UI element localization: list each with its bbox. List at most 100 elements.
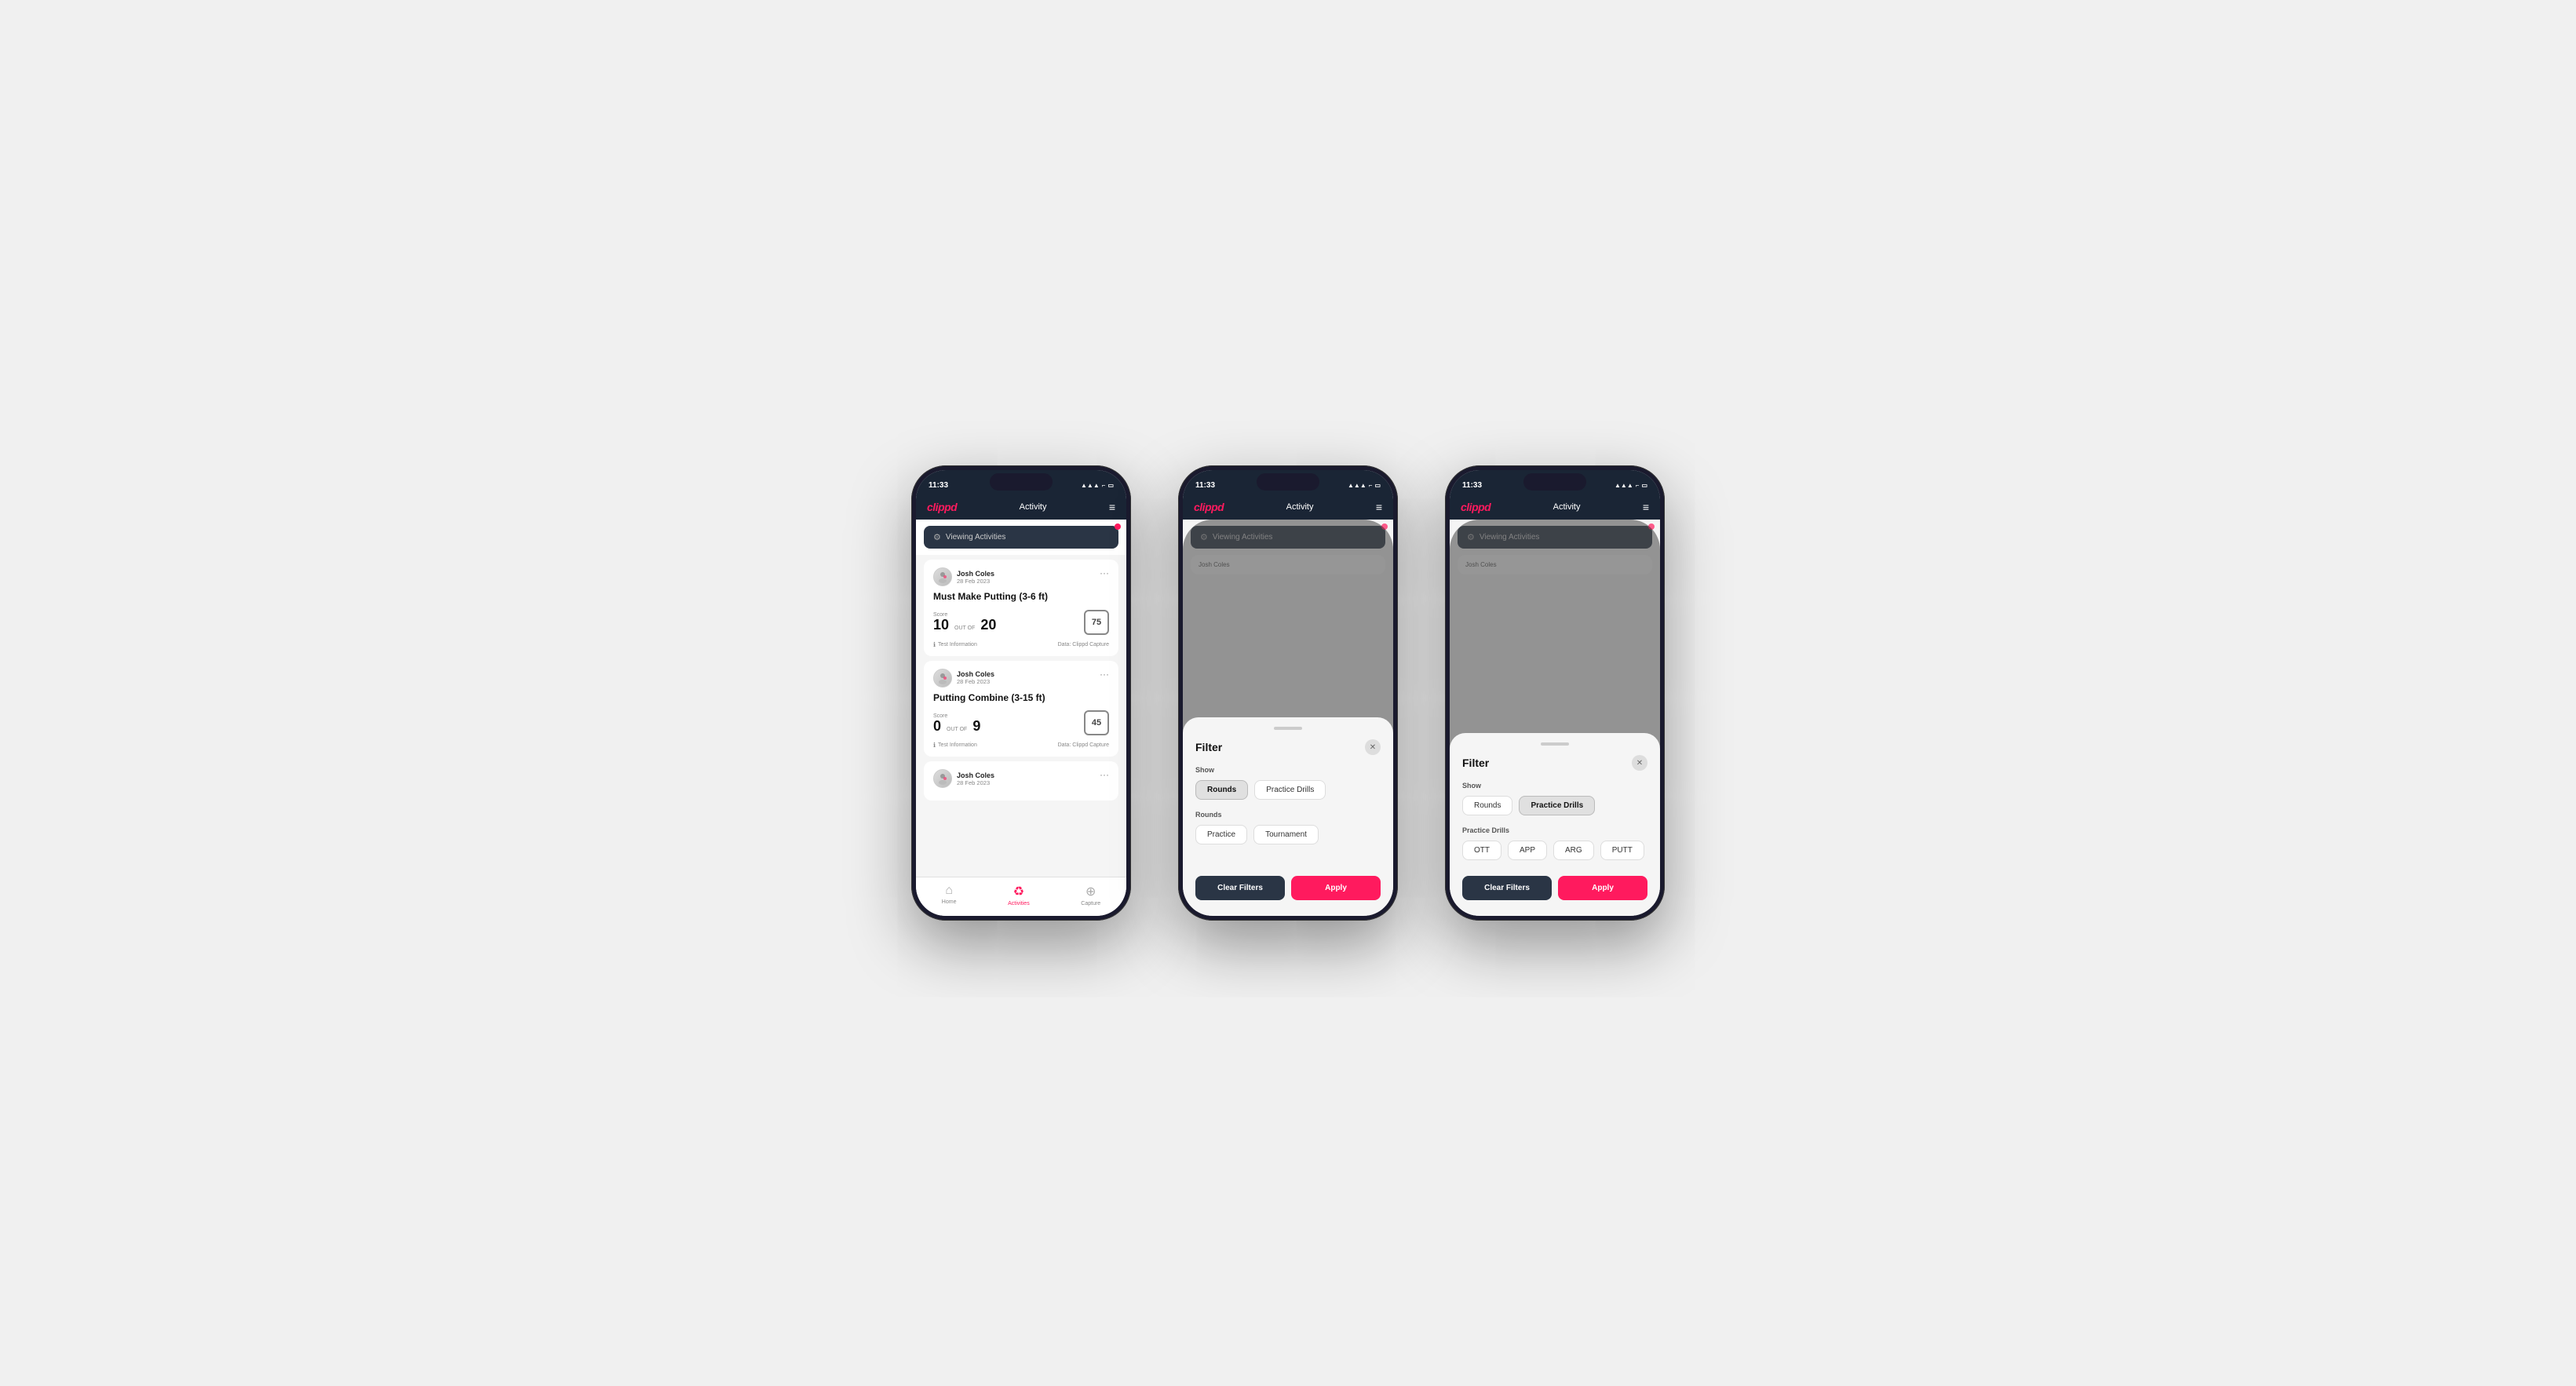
- logo-3: clippd: [1461, 501, 1491, 513]
- signal-icon-3: ▲▲▲: [1615, 482, 1633, 489]
- logo-2: clippd: [1194, 501, 1224, 513]
- activity-title-2: Putting Combine (3-15 ft): [933, 692, 1109, 705]
- user-info-3: Josh Coles 28 Feb 2023: [933, 769, 994, 788]
- activity-card-3: Josh Coles 28 Feb 2023 ···: [924, 761, 1118, 801]
- filter-close-3[interactable]: ✕: [1632, 755, 1647, 771]
- nav-capture-label-1: Capture: [1081, 901, 1100, 906]
- filter-practice-btn-2[interactable]: Practice: [1195, 825, 1247, 844]
- stats-row-2: Score 0 OUT OF 9 45: [933, 710, 1109, 735]
- header-title-3: Activity: [1553, 502, 1581, 512]
- data-source-1: Data: Clippd Capture: [1058, 642, 1109, 647]
- apply-btn-3[interactable]: Apply: [1558, 876, 1647, 900]
- clear-filters-btn-3[interactable]: Clear Filters: [1462, 876, 1552, 900]
- avatar-2: [933, 669, 952, 688]
- filter-app-btn-3[interactable]: APP: [1508, 841, 1547, 860]
- filter-tournament-btn-2[interactable]: Tournament: [1253, 825, 1319, 844]
- filter-title-2: Filter: [1195, 741, 1222, 753]
- viewing-banner-text-1: Viewing Activities: [946, 533, 1006, 542]
- wifi-icon-3: ⌐: [1636, 482, 1640, 489]
- phone-2: 11:33 ▲▲▲ ⌐ ▭ clippd Activity ≡ ⚙ Viewin…: [1178, 465, 1398, 921]
- filter-overlay-2: Filter ✕ Show Rounds Practice Drills: [1183, 520, 1393, 916]
- filter-practice-drills-btn-2[interactable]: Practice Drills: [1254, 780, 1326, 800]
- capture-icon-1: ⊕: [1085, 884, 1096, 899]
- filter-putt-btn-3[interactable]: PUTT: [1600, 841, 1644, 860]
- nav-capture-1[interactable]: ⊕ Capture: [1081, 884, 1100, 906]
- filter-show-label-3: Show: [1462, 782, 1647, 790]
- filter-header-3: Filter ✕: [1462, 755, 1647, 771]
- nav-home-label-1: Home: [942, 899, 957, 905]
- stat-score-1: Score 10 OUT OF 20: [933, 612, 996, 632]
- filter-show-buttons-3: Rounds Practice Drills: [1462, 796, 1647, 815]
- filter-actions-2: Clear Filters Apply: [1195, 876, 1381, 900]
- battery-icon-1: ▭: [1107, 482, 1114, 489]
- user-info-1: Josh Coles 28 Feb 2023: [933, 567, 994, 586]
- app-header-1: clippd Activity ≡: [916, 494, 1126, 520]
- dynamic-island-3: [1523, 473, 1586, 491]
- filter-title-3: Filter: [1462, 757, 1489, 769]
- dynamic-island-2: [1257, 473, 1319, 491]
- filter-practice-drills-label-3: Practice Drills: [1462, 826, 1647, 834]
- apply-btn-2[interactable]: Apply: [1291, 876, 1381, 900]
- filter-close-icon-2: ✕: [1370, 743, 1376, 752]
- nav-home-1[interactable]: ⌂ Home: [942, 884, 957, 906]
- menu-icon-2[interactable]: ≡: [1376, 502, 1382, 512]
- card-footer-1: ℹ Test Information Data: Clippd Capture: [933, 641, 1109, 648]
- filter-round-buttons-2: Practice Tournament: [1195, 825, 1381, 844]
- notification-dot-1: [1115, 523, 1121, 530]
- test-info-1: ℹ Test Information: [933, 641, 977, 648]
- bottom-nav-1: ⌂ Home ♻ Activities ⊕ Capture: [916, 877, 1126, 916]
- stat-out-of-2: OUT OF: [947, 727, 967, 732]
- phone-1: 11:33 ▲▲▲ ⌐ ▭ clippd Activity ≡ ⚙ Viewin…: [911, 465, 1131, 921]
- filter-close-2[interactable]: ✕: [1365, 739, 1381, 755]
- card-footer-2: ℹ Test Information Data: Clippd Capture: [933, 742, 1109, 749]
- wifi-icon-1: ⌐: [1102, 482, 1106, 489]
- status-icons-3: ▲▲▲ ⌐ ▭: [1615, 482, 1647, 489]
- card-more-3[interactable]: ···: [1100, 769, 1109, 780]
- card-more-1[interactable]: ···: [1100, 567, 1109, 578]
- menu-icon-3[interactable]: ≡: [1643, 502, 1649, 512]
- data-source-2: Data: Clippd Capture: [1058, 742, 1109, 748]
- stat-score-value-2: 0: [933, 719, 941, 733]
- filter-actions-3: Clear Filters Apply: [1462, 876, 1647, 900]
- stat-shots-value-2: 9: [972, 719, 980, 733]
- filter-sheet-2: Filter ✕ Show Rounds Practice Drills: [1183, 717, 1393, 916]
- stat-out-of-1: OUT OF: [954, 626, 975, 631]
- user-name-3: Josh Coles: [957, 771, 994, 779]
- shot-quality-badge-2: 45: [1084, 710, 1109, 735]
- phone-3: 11:33 ▲▲▲ ⌐ ▭ clippd Activity ≡ ⚙ Viewin…: [1445, 465, 1665, 921]
- filter-ott-btn-3[interactable]: OTT: [1462, 841, 1501, 860]
- status-icons-1: ▲▲▲ ⌐ ▭: [1081, 482, 1114, 489]
- filter-handle-3: [1541, 742, 1569, 746]
- test-info-text-1: Test Information: [938, 642, 977, 647]
- user-text-2: Josh Coles 28 Feb 2023: [957, 670, 994, 685]
- filter-rounds-btn-2[interactable]: Rounds: [1195, 780, 1248, 800]
- home-icon-1: ⌂: [945, 884, 953, 898]
- filter-show-buttons-2: Rounds Practice Drills: [1195, 780, 1381, 800]
- card-more-2[interactable]: ···: [1100, 669, 1109, 680]
- avatar-1: [933, 567, 952, 586]
- activity-title-1: Must Make Putting (3-6 ft): [933, 591, 1109, 604]
- filter-rounds-btn-3[interactable]: Rounds: [1462, 796, 1512, 815]
- filter-arg-btn-3[interactable]: ARG: [1553, 841, 1594, 860]
- activities-icon-1: ♻: [1013, 884, 1024, 899]
- filter-drill-buttons-3: OTT APP ARG PUTT: [1462, 841, 1647, 860]
- test-info-2: ℹ Test Information: [933, 742, 977, 749]
- status-time-3: 11:33: [1462, 481, 1482, 490]
- status-time-1: 11:33: [929, 481, 948, 490]
- user-name-2: Josh Coles: [957, 670, 994, 678]
- user-name-1: Josh Coles: [957, 570, 994, 578]
- nav-activities-1[interactable]: ♻ Activities: [1008, 884, 1030, 906]
- viewing-banner-1[interactable]: ⚙ Viewing Activities: [924, 526, 1118, 549]
- logo-1: clippd: [927, 501, 957, 513]
- dynamic-island: [990, 473, 1053, 491]
- filter-header-2: Filter ✕: [1195, 739, 1381, 755]
- clear-filters-btn-2[interactable]: Clear Filters: [1195, 876, 1285, 900]
- stat-shots-value-1: 20: [980, 618, 996, 632]
- battery-icon-2: ▭: [1374, 482, 1381, 489]
- filter-practice-drills-btn-3[interactable]: Practice Drills: [1519, 796, 1595, 815]
- filter-handle-2: [1274, 727, 1302, 730]
- filter-close-icon-3: ✕: [1636, 759, 1643, 768]
- card-2-header: Josh Coles 28 Feb 2023 ···: [933, 669, 1109, 688]
- menu-icon-1[interactable]: ≡: [1109, 502, 1115, 512]
- phone-1-screen: 11:33 ▲▲▲ ⌐ ▭ clippd Activity ≡ ⚙ Viewin…: [916, 470, 1126, 916]
